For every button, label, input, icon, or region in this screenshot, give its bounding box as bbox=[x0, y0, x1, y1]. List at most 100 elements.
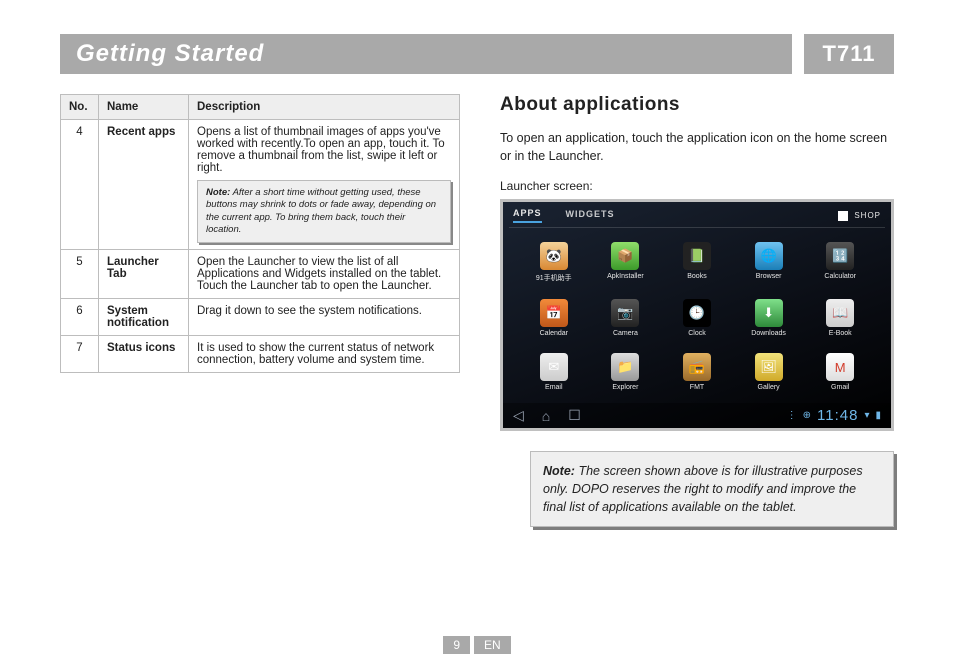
app-e-book[interactable]: 📖 E-Book bbox=[809, 299, 871, 337]
cell-no: 6 bbox=[61, 299, 99, 336]
app-label: Books bbox=[687, 273, 706, 280]
notification-icon[interactable]: ⋮ bbox=[787, 410, 797, 421]
shop-icon bbox=[838, 211, 848, 221]
launcher-tabs: APPS WIDGETS SHOP bbox=[503, 202, 891, 227]
notification-icon[interactable]: ⊕ bbox=[803, 410, 811, 421]
tab-apps[interactable]: APPS bbox=[513, 208, 542, 223]
note-label: Note: bbox=[543, 464, 575, 478]
note-label: Note: bbox=[206, 187, 230, 198]
cell-name: Launcher Tab bbox=[99, 250, 189, 299]
app-grid: 🐼 91手机助手 📦 ApkInstaller 📗 Books 🌐 Browser 🔢 Calcu… bbox=[503, 228, 891, 403]
app-icon: 🔢 bbox=[826, 242, 854, 270]
note-text: The screen shown above is for illustrati… bbox=[543, 464, 863, 514]
app-icon: 📻 bbox=[683, 353, 711, 381]
page-number: 9 bbox=[443, 636, 470, 654]
th-name: Name bbox=[99, 95, 189, 120]
cell-desc: Open the Launcher to view the list of al… bbox=[189, 250, 460, 299]
app-label: E-Book bbox=[829, 330, 852, 337]
app-label: ApkInstaller bbox=[607, 273, 644, 280]
app-label: Calculator bbox=[824, 273, 856, 280]
app-label: FMT bbox=[690, 384, 704, 391]
illustrative-note: Note: The screen shown above is for illu… bbox=[530, 451, 894, 527]
status-clock: 11:48 bbox=[817, 407, 858, 424]
launcher-caption: Launcher screen: bbox=[500, 179, 894, 193]
app-icon: M bbox=[826, 353, 854, 381]
app-icon: ⬇ bbox=[755, 299, 783, 327]
app-icon: ✉ bbox=[540, 353, 568, 381]
app-label: Calendar bbox=[540, 330, 568, 337]
cell-desc: Drag it down to see the system notificat… bbox=[189, 299, 460, 336]
inline-note: Note: After a short time without getting… bbox=[197, 180, 451, 243]
home-button[interactable]: ⌂ bbox=[542, 408, 550, 424]
cell-desc-text: Opens a list of thumbnail images of apps… bbox=[197, 126, 445, 174]
shop-label: SHOP bbox=[854, 211, 881, 220]
page-footer: 9 EN bbox=[0, 636, 954, 654]
app-gmail[interactable]: M Gmail bbox=[809, 353, 871, 391]
shop-link[interactable]: SHOP bbox=[838, 210, 881, 221]
app-icon: 🐼 bbox=[540, 242, 568, 270]
app-icon: 🖼 bbox=[755, 353, 783, 381]
app-91-[interactable]: 🐼 91手机助手 bbox=[523, 242, 585, 283]
th-no: No. bbox=[61, 95, 99, 120]
battery-icon: ▮ bbox=[875, 410, 881, 421]
cell-name: System notification bbox=[99, 299, 189, 336]
app-icon: 📅 bbox=[540, 299, 568, 327]
about-heading: About applications bbox=[500, 94, 894, 116]
table-row: 7 Status icons It is used to show the cu… bbox=[61, 336, 460, 373]
app-label: Explorer bbox=[612, 384, 638, 391]
app-label: Downloads bbox=[751, 330, 786, 337]
app-label: Gallery bbox=[758, 384, 780, 391]
recent-button[interactable]: ☐ bbox=[568, 407, 581, 424]
section-title: Getting Started bbox=[60, 34, 792, 74]
app-icon: 📁 bbox=[611, 353, 639, 381]
app-calendar[interactable]: 📅 Calendar bbox=[523, 299, 585, 337]
app-label: Gmail bbox=[831, 384, 849, 391]
page-lang: EN bbox=[474, 636, 511, 654]
cell-name: Status icons bbox=[99, 336, 189, 373]
back-button[interactable]: ◁ bbox=[513, 407, 524, 424]
left-column: No. Name Description 4 Recent apps Opens… bbox=[60, 94, 460, 527]
page-header: Getting Started T711 bbox=[60, 34, 894, 74]
cell-desc: It is used to show the current status of… bbox=[189, 336, 460, 373]
app-icon: 📷 bbox=[611, 299, 639, 327]
app-browser[interactable]: 🌐 Browser bbox=[738, 242, 800, 283]
app-explorer[interactable]: 📁 Explorer bbox=[595, 353, 657, 391]
app-books[interactable]: 📗 Books bbox=[666, 242, 728, 283]
app-icon: 🌐 bbox=[755, 242, 783, 270]
app-clock[interactable]: 🕒 Clock bbox=[666, 299, 728, 337]
note-text: After a short time without getting used,… bbox=[206, 187, 436, 235]
app-calculator[interactable]: 🔢 Calculator bbox=[809, 242, 871, 283]
app-fmt[interactable]: 📻 FMT bbox=[666, 353, 728, 391]
app-camera[interactable]: 📷 Camera bbox=[595, 299, 657, 337]
cell-name: Recent apps bbox=[99, 120, 189, 250]
app-icon: 📖 bbox=[826, 299, 854, 327]
app-apkinstaller[interactable]: 📦 ApkInstaller bbox=[595, 242, 657, 283]
model-badge: T711 bbox=[804, 34, 894, 74]
app-label: Clock bbox=[688, 330, 706, 337]
app-email[interactable]: ✉ Email bbox=[523, 353, 585, 391]
app-label: 91手机助手 bbox=[536, 273, 572, 283]
controls-table: No. Name Description 4 Recent apps Opens… bbox=[60, 94, 460, 373]
th-desc: Description bbox=[189, 95, 460, 120]
table-row: 4 Recent apps Opens a list of thumbnail … bbox=[61, 120, 460, 250]
app-downloads[interactable]: ⬇ Downloads bbox=[738, 299, 800, 337]
tab-widgets[interactable]: WIDGETS bbox=[566, 209, 615, 222]
app-label: Browser bbox=[756, 273, 782, 280]
app-label: Camera bbox=[613, 330, 638, 337]
cell-no: 4 bbox=[61, 120, 99, 250]
app-icon: 🕒 bbox=[683, 299, 711, 327]
app-icon: 📦 bbox=[611, 242, 639, 270]
cell-no: 5 bbox=[61, 250, 99, 299]
table-row: 5 Launcher Tab Open the Launcher to view… bbox=[61, 250, 460, 299]
app-gallery[interactable]: 🖼 Gallery bbox=[738, 353, 800, 391]
system-bar: ◁ ⌂ ☐ ⋮ ⊕ 11:48 ▾ ▮ bbox=[503, 403, 891, 428]
table-row: 6 System notification Drag it down to se… bbox=[61, 299, 460, 336]
cell-no: 7 bbox=[61, 336, 99, 373]
launcher-screenshot: APPS WIDGETS SHOP 🐼 91手机助手 📦 ApkInstaller 📗 B… bbox=[500, 199, 894, 431]
cell-desc: Opens a list of thumbnail images of apps… bbox=[189, 120, 460, 250]
right-column: About applications To open an applicatio… bbox=[500, 94, 894, 527]
wifi-icon: ▾ bbox=[864, 410, 869, 421]
about-intro: To open an application, touch the applic… bbox=[500, 130, 894, 165]
app-label: Email bbox=[545, 384, 563, 391]
app-icon: 📗 bbox=[683, 242, 711, 270]
